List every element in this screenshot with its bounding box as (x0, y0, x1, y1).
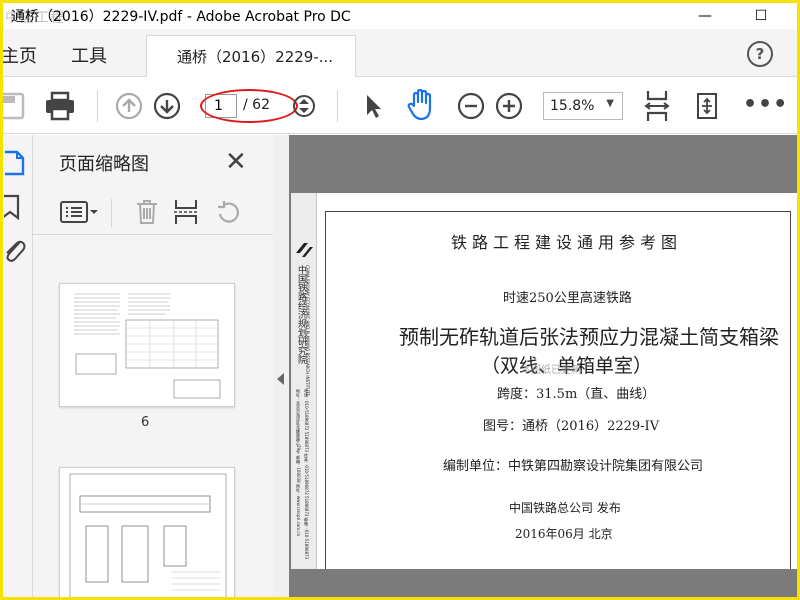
spine-contact: 电话：010-51896872 51896873 传真：010-51896872… (304, 389, 309, 560)
doc-date: 2016年06月 北京 (515, 527, 613, 541)
zoom-out-icon[interactable] (457, 92, 485, 120)
spine-address: 地址：北京市海淀区北蜂窝路乙29号 邮编：100038 网址：www.crecp… (296, 389, 301, 537)
fit-width-icon[interactable] (643, 88, 671, 124)
window-title: 通桥（2016）2229-IV.pdf - Adobe Acrobat Pro … (11, 9, 351, 25)
extract-page-icon[interactable] (171, 197, 201, 227)
panel-collapse-handle[interactable] (273, 135, 289, 597)
toolbar: 1 / 62 15.8% ▼ ••• (3, 78, 797, 134)
help-glyph: ? (755, 45, 765, 63)
previous-page-icon[interactable] (115, 92, 143, 120)
select-tool-icon[interactable] (361, 92, 385, 120)
full-screen-icon[interactable] (693, 90, 721, 122)
thumbnail-label: 6 (141, 415, 150, 430)
zoom-level-value: 15.8% (550, 98, 595, 114)
thumbnail-list: 6 (33, 245, 255, 597)
page-navigation-icon[interactable] (291, 92, 317, 120)
rotate-icon[interactable] (213, 197, 243, 227)
maximize-button[interactable]: ☐ (739, 3, 783, 29)
red-annotation-circle (200, 89, 298, 123)
doc-span: 跨度：31.5m（直、曲线） (497, 387, 656, 402)
doc-drawing-number: 图号：通桥（2016）2229-IV (483, 419, 660, 434)
tab-document[interactable]: 通桥（2016）2229-... (146, 35, 356, 77)
print-icon[interactable] (43, 90, 77, 122)
page-thumbnails-icon[interactable] (3, 149, 29, 177)
chevron-down-icon: ▼ (606, 98, 614, 109)
doc-stamp: 本图纸已更新 (521, 365, 581, 376)
document-view[interactable]: 中国铁路经济规划研究院 CHINA RAILWAY ECONOMIC AND P… (289, 135, 797, 597)
toolbar-separator (337, 90, 338, 122)
app-window: 中国工程 通桥（2016）2229-IV.pdf - Adobe Acrobat… (0, 0, 800, 600)
delete-page-icon[interactable] (133, 197, 161, 227)
pdf-page: 中国铁路经济规划研究院 CHINA RAILWAY ECONOMIC AND P… (291, 193, 797, 569)
thumbnail-panel: 页面缩略图 ✕ 6 (33, 135, 297, 597)
doc-compiler: 编制单位：中铁第四勘察设计院集团有限公司 (443, 459, 704, 474)
tab-home[interactable]: 主页 (3, 42, 37, 68)
toolbar-separator (97, 90, 98, 122)
bookmark-icon[interactable] (3, 193, 25, 221)
doc-header: 铁路工程建设通用参考图 (451, 233, 683, 252)
panel-title: 页面缩略图 (59, 154, 149, 175)
hand-tool-icon[interactable] (405, 88, 439, 122)
panel-toolbar (33, 191, 273, 235)
attachment-icon[interactable] (3, 235, 27, 265)
spine-org-en: CHINA RAILWAY ECONOMIC AND PLANNING RESE… (305, 265, 310, 397)
help-icon[interactable]: ? (747, 41, 773, 67)
page-spine: 中国铁路经济规划研究院 CHINA RAILWAY ECONOMIC AND P… (291, 193, 317, 569)
left-navigation-strip (3, 135, 33, 597)
collapse-arrow-icon (277, 373, 284, 385)
title-bar: 中国工程 通桥（2016）2229-IV.pdf - Adobe Acrobat… (3, 3, 797, 29)
next-page-icon[interactable] (153, 92, 181, 120)
options-icon[interactable] (59, 197, 99, 227)
maximize-icon: ☐ (754, 8, 768, 24)
minimize-button[interactable]: — (683, 3, 727, 29)
railway-logo-icon (296, 243, 313, 257)
doc-main-title: 预制无砟轨道后张法预应力混凝土简支箱梁 (399, 325, 779, 349)
save-icon[interactable] (3, 92, 29, 120)
minimize-icon: — (698, 8, 712, 24)
panel-separator (111, 199, 112, 227)
close-icon[interactable]: ✕ (225, 147, 247, 177)
tab-bar: 主页 工具 通桥（2016）2229-... ? (3, 29, 797, 77)
more-tools-icon[interactable]: ••• (743, 92, 788, 117)
page-thumbnail[interactable] (59, 283, 235, 407)
doc-publisher: 中国铁路总公司 发布 (509, 501, 621, 515)
zoom-level-select[interactable]: 15.8% ▼ (543, 92, 623, 120)
tab-document-label: 通桥（2016）2229-... (177, 48, 334, 66)
tab-tools[interactable]: 工具 (71, 42, 107, 68)
zoom-in-icon[interactable] (495, 92, 523, 120)
page-thumbnail[interactable] (59, 467, 235, 597)
doc-line-speed: 时速250公里高速铁路 (503, 291, 632, 306)
